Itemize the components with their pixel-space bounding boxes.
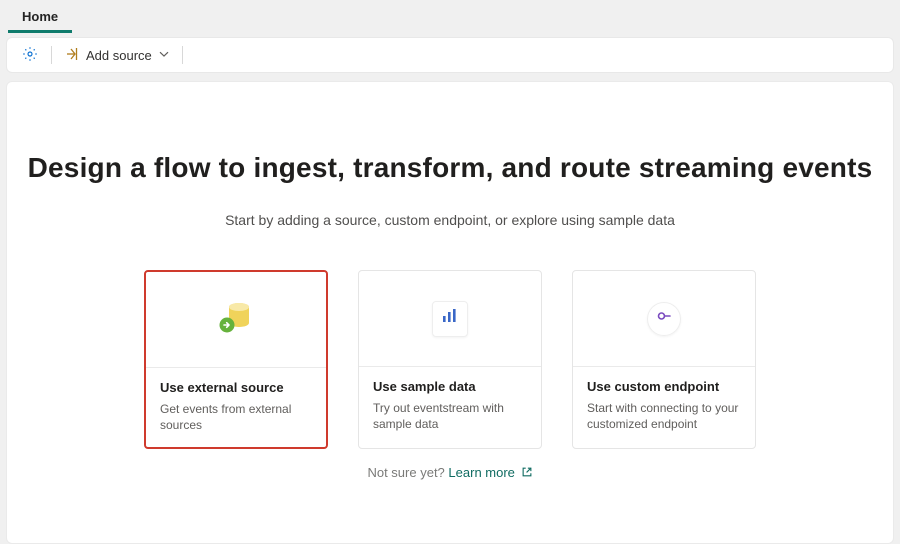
chevron-down-icon [158,48,170,63]
card-use-sample-data[interactable]: Use sample data Try out eventstream with… [358,270,542,449]
main-panel: Design a flow to ingest, transform, and … [6,81,894,544]
settings-button[interactable] [11,38,49,72]
card-title: Use custom endpoint [587,379,741,394]
learn-more-label: Learn more [448,465,514,480]
add-source-button[interactable]: Add source [54,38,180,72]
endpoint-icon [655,307,673,330]
toolbar-separator [182,46,183,64]
external-link-icon [519,465,533,480]
card-illustration [359,271,541,367]
toolbar: Add source [6,37,894,73]
add-source-label: Add source [86,48,152,63]
card-title: Use external source [160,380,312,395]
not-sure-text: Not sure yet? [367,465,444,480]
card-description: Try out eventstream with sample data [373,400,527,432]
card-use-external-source[interactable]: Use external source Get events from exte… [144,270,328,449]
card-use-custom-endpoint[interactable]: Use custom endpoint Start with connectin… [572,270,756,449]
option-cards-row: Use external source Get events from exte… [27,270,873,449]
card-illustration [573,271,755,367]
card-description: Start with connecting to your customized… [587,400,741,432]
bar-chart-icon [441,307,459,330]
database-arrow-icon [212,293,260,346]
page-title: Design a flow to ingest, transform, and … [27,152,873,184]
card-title: Use sample data [373,379,527,394]
tab-home[interactable]: Home [8,4,72,33]
toolbar-separator [51,46,52,64]
card-description: Get events from external sources [160,401,312,433]
gear-icon [21,45,39,66]
card-illustration [146,272,326,368]
page-subtitle: Start by adding a source, custom endpoin… [27,212,873,228]
tab-strip: Home [0,0,900,33]
add-source-icon [64,46,80,65]
learn-more-link[interactable]: Learn more [448,465,532,480]
footer-hint: Not sure yet? Learn more [27,465,873,480]
